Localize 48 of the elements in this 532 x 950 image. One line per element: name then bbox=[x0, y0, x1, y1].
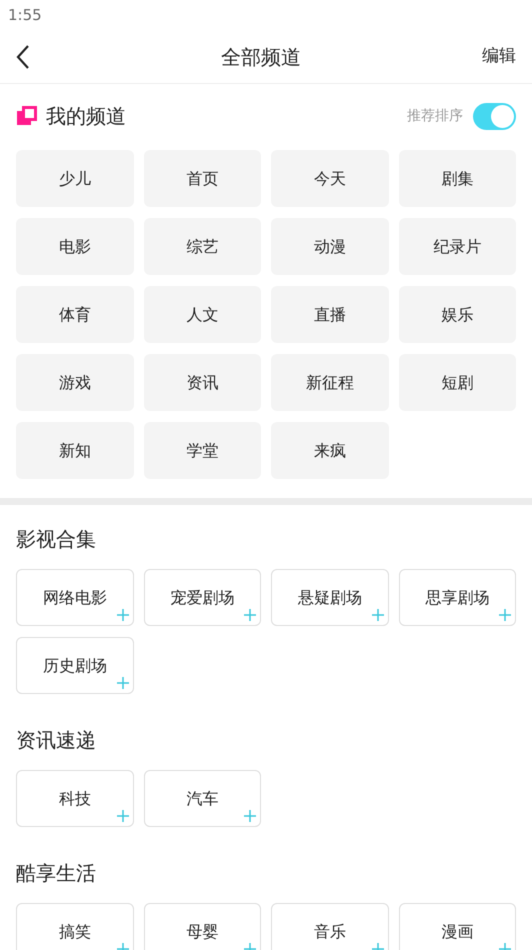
add-icon bbox=[372, 609, 384, 621]
add-icon bbox=[116, 609, 128, 621]
add-icon bbox=[499, 609, 511, 621]
channel-tile[interactable]: 资讯 bbox=[144, 354, 261, 411]
sort-toggle[interactable] bbox=[473, 102, 516, 130]
section-title: 资讯速递 bbox=[16, 727, 96, 754]
channel-tile[interactable]: 宠爱剧场 bbox=[144, 569, 261, 626]
channel-tile[interactable]: 短剧 bbox=[398, 354, 516, 411]
channel-tile[interactable]: 悬疑剧场 bbox=[271, 569, 388, 626]
add-icon bbox=[116, 677, 128, 689]
channel-tile[interactable]: 娱乐 bbox=[398, 286, 516, 343]
channel-tile[interactable]: 母婴 bbox=[144, 903, 261, 950]
channel-tile[interactable]: 新知 bbox=[16, 422, 134, 479]
section-title: 我的频道 bbox=[46, 103, 126, 130]
section-title: 酷享生活 bbox=[16, 860, 96, 887]
channel-tile[interactable]: 历史剧场 bbox=[16, 637, 134, 694]
add-icon bbox=[244, 810, 256, 822]
channel-tile[interactable]: 少儿 bbox=[16, 150, 134, 207]
channel-tile[interactable]: 科技 bbox=[16, 770, 134, 827]
channel-tile[interactable]: 体育 bbox=[16, 286, 134, 343]
channel-tile[interactable]: 剧集 bbox=[398, 150, 516, 207]
channel-tile[interactable]: 网络电影 bbox=[16, 569, 134, 626]
channel-tile[interactable]: 汽车 bbox=[144, 770, 261, 827]
back-icon bbox=[16, 44, 30, 70]
page-title: 全部频道 bbox=[221, 44, 301, 70]
channel-icon bbox=[16, 105, 38, 127]
channel-tile[interactable]: 来疯 bbox=[271, 422, 388, 479]
channel-tile[interactable]: 首页 bbox=[144, 150, 261, 207]
add-icon bbox=[116, 810, 128, 822]
channel-tile[interactable]: 电影 bbox=[16, 218, 134, 275]
edit-button[interactable]: 编辑 bbox=[482, 44, 516, 70]
channel-tile[interactable]: 动漫 bbox=[271, 218, 388, 275]
channel-tile[interactable]: 今天 bbox=[271, 150, 388, 207]
channel-tile[interactable]: 综艺 bbox=[144, 218, 261, 275]
channel-tile[interactable]: 新征程 bbox=[271, 354, 388, 411]
section-title: 影视合集 bbox=[16, 526, 96, 553]
channel-tile[interactable]: 游戏 bbox=[16, 354, 134, 411]
channel-tile[interactable]: 音乐 bbox=[271, 903, 388, 950]
channel-tile[interactable]: 漫画 bbox=[398, 903, 516, 950]
status-time: 1:55 bbox=[8, 4, 42, 26]
channel-tile[interactable]: 搞笑 bbox=[16, 903, 134, 950]
channel-tile[interactable]: 学堂 bbox=[144, 422, 261, 479]
channel-tile[interactable]: 人文 bbox=[144, 286, 261, 343]
channel-tile[interactable]: 直播 bbox=[271, 286, 388, 343]
sort-label: 推荐排序 bbox=[407, 106, 463, 126]
channel-tile[interactable]: 纪录片 bbox=[398, 218, 516, 275]
channel-tile[interactable]: 思享剧场 bbox=[398, 569, 516, 626]
add-icon bbox=[244, 609, 256, 621]
